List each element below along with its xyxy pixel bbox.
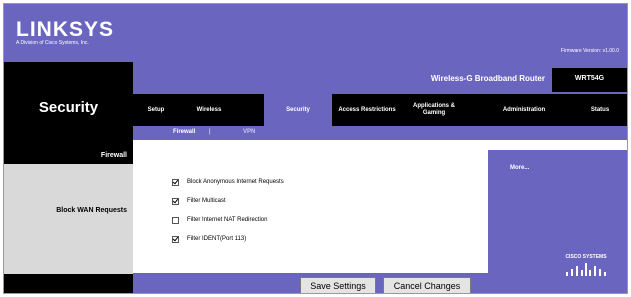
firewall-section-header: Firewall [4,150,133,164]
tab-applications-gaming[interactable]: Applications & Gaming [403,94,465,126]
cancel-changes-button[interactable]: Cancel Changes [383,277,471,293]
tab-security[interactable]: Security [264,94,332,126]
firewall-section-label: Firewall [100,152,127,159]
top-banner: LINKSYS A Division of Cisco Systems, Inc… [4,4,627,62]
action-bar: Save Settings Cancel Changes [133,273,488,293]
model-badge: WRT54G [552,68,627,92]
more-help-link[interactable]: More... [510,165,529,171]
block-anonymous-label: Block Anonymous Internet Requests [187,179,284,185]
filter-nat-redirection-checkbox[interactable] [172,216,179,224]
subtab-separator: | [209,129,211,135]
page-title: Security [38,99,99,116]
linksys-logo: LINKSYS [16,18,115,41]
filter-ident-checkbox[interactable] [172,235,179,243]
model-label: WRT54G [574,75,605,82]
left-column: Security Firewall Block WAN Requests [4,62,133,293]
help-panel: More... CISCO SYSTEMS [488,150,627,293]
firewall-options: Block Anonymous Internet Requests Filter… [139,150,481,268]
main-tabs: Setup Wireless Security Access Restricti… [133,94,627,126]
tab-access-restrictions[interactable]: Access Restrictions [336,94,398,126]
filter-nat-redirection-label: Filter Internet NAT Redirection [187,217,268,223]
subtab-firewall[interactable]: Firewall [173,129,195,135]
filter-multicast-label: Filter Multicast [187,198,226,204]
option-filter-ident: Filter IDENT(Port 113) [172,233,246,245]
save-settings-button[interactable]: Save Settings [300,277,376,293]
cisco-logo-text: CISCO SYSTEMS [565,254,607,260]
product-band: Wireless-G Broadband Router WRT54G [133,62,627,94]
firmware-version: Firmware Version: v1.00.0 [560,48,619,54]
tab-wireless[interactable]: Wireless [179,94,239,126]
logo-subtitle: A Division of Cisco Systems, Inc. [16,40,89,46]
cisco-logo: CISCO SYSTEMS [560,254,612,278]
option-block-anonymous: Block Anonymous Internet Requests [172,176,284,188]
filter-multicast-checkbox[interactable] [172,197,179,205]
router-name: Wireless-G Broadband Router [430,74,545,83]
sub-tabs: Firewall | VPN [133,126,627,140]
block-anonymous-checkbox[interactable] [172,178,179,186]
option-filter-multicast: Filter Multicast [172,195,226,207]
block-wan-requests-label: Block WAN Requests [56,207,127,214]
router-admin-page: LINKSYS A Division of Cisco Systems, Inc… [3,3,628,294]
option-filter-nat-redirection: Filter Internet NAT Redirection [172,214,267,226]
subtab-vpn[interactable]: VPN [243,129,255,135]
filter-ident-label: Filter IDENT(Port 113) [187,236,247,242]
tab-status[interactable]: Status [573,94,627,126]
tab-administration[interactable]: Administration [483,94,565,126]
tab-setup[interactable]: Setup [133,94,179,126]
